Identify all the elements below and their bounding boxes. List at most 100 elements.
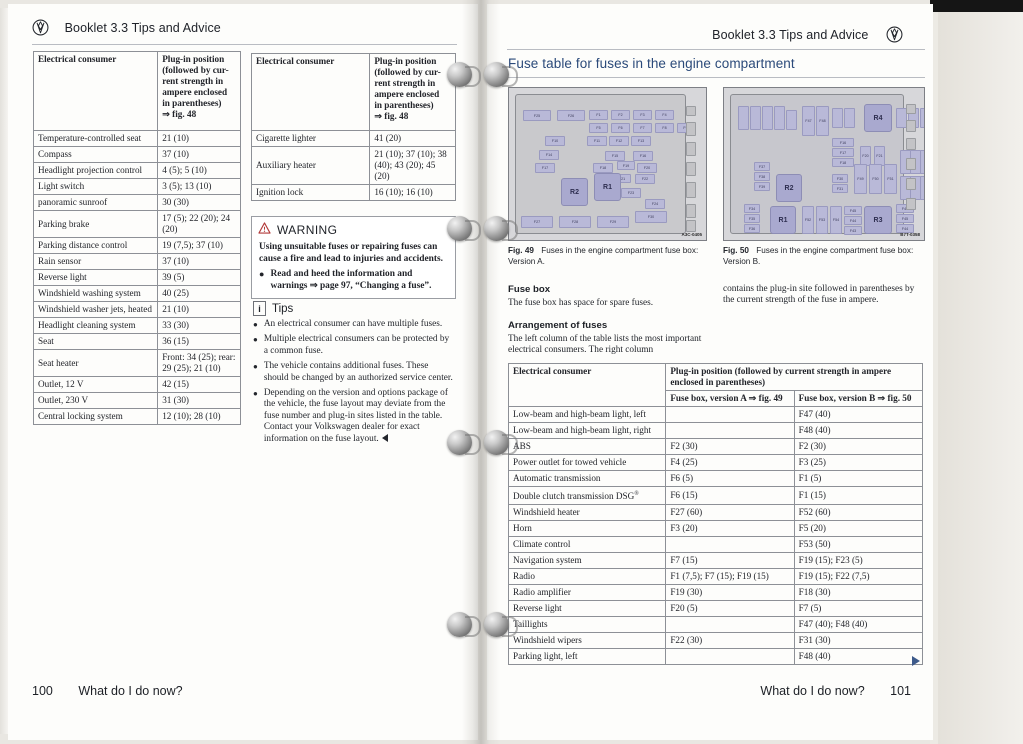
cell-position: 21 (10)	[157, 301, 241, 318]
cell-position: 21 (10)	[157, 130, 241, 147]
right-page: Booklet 3.3 Tips and Advice Fuse table f…	[487, 4, 933, 740]
left-header-title: Booklet 3.3 Tips and Advice	[64, 21, 221, 35]
info-icon: i	[253, 301, 266, 316]
cell-consumer: Power outlet for towed vehicle	[507, 454, 667, 471]
cell-version-b: F7 (5)	[793, 600, 924, 618]
cell-version-a: F4 (25)	[665, 454, 795, 471]
warning-box: WARNING Using unsuitable fuses or repair…	[251, 216, 456, 300]
cell-version-a: F6 (15)	[665, 485, 795, 506]
relay-r1: R1	[770, 206, 796, 234]
cell-position: 3 (5); 13 (10)	[157, 178, 241, 195]
cell-version-a	[665, 648, 795, 666]
cell-consumer: Low-beam and high-beam light, left	[507, 406, 667, 423]
cell-position: 40 (25)	[157, 285, 241, 302]
table-row: Compass 37 (10)	[32, 146, 241, 163]
table-row: Temperature-controlled seat 21 (10)	[32, 130, 241, 147]
table-row: Seat heater Front: 34 (25); rear: 29 (25)…	[32, 349, 241, 377]
left-header-rule	[32, 44, 457, 45]
cell-position: 4 (5); 5 (10)	[157, 162, 241, 179]
binder-ring	[447, 612, 481, 638]
cell-consumer: Light switch	[32, 178, 159, 195]
cell-version-a: F3 (20)	[665, 520, 795, 538]
cell-version-b: F48 (40)	[793, 422, 924, 439]
bullet-dot-icon: ●	[253, 362, 258, 372]
cell-consumer: Taillights	[507, 616, 667, 634]
table-row: Windshield wipers F22 (30) F31 (30)	[507, 632, 924, 650]
cell-position: 12 (10); 28 (10)	[157, 408, 241, 425]
cell-version-a: F27 (60)	[665, 504, 795, 522]
table-row: Headlight projection control 4 (5); 5 (10…	[32, 162, 241, 179]
cell-position: 30 (30)	[157, 194, 241, 211]
cell-version-b: F3 (25)	[793, 454, 924, 471]
left-footer: 100 What do I do now?	[32, 684, 183, 698]
vw-logo-icon	[886, 26, 903, 43]
tips-list: ● An electrical consumer can have multipl…	[253, 319, 455, 445]
cell-version-a: F7 (15)	[665, 552, 795, 570]
cell-consumer: Windshield wipers	[507, 632, 667, 650]
warning-bullet: ● Read and heed the information and warn…	[259, 269, 448, 292]
cell-consumer: Seat	[32, 333, 159, 350]
table-row: Ignition lock 16 (10); 16 (10)	[250, 184, 456, 201]
fuse-table: Electrical consumer Plug-in position (fo…	[507, 363, 924, 666]
scanned-manual-spread: Booklet 3.3 Tips and Advice Electrical c…	[0, 0, 1023, 744]
bullet-dot-icon: ●	[253, 335, 258, 345]
table-row: Parking light, left F48 (40)	[507, 648, 924, 666]
cell-version-a	[665, 422, 795, 439]
table-header-row: Electrical consumer Plug-in position (fo…	[32, 51, 241, 131]
table-row: Taillights F47 (40); F48 (40)	[507, 616, 924, 634]
table-row: Climate control F53 (50)	[507, 536, 924, 554]
cell-version-b: F19 (15); F22 (7,5)	[793, 568, 924, 586]
cell-position: 42 (15)	[157, 376, 241, 393]
warning-title: WARNING	[277, 223, 338, 237]
cell-consumer: Temperature-controlled seat	[32, 130, 159, 147]
relay-r2: R2	[561, 178, 588, 206]
text-arrangement: The left column of the table lists the m…	[508, 334, 702, 356]
left-table-2: Electrical consumer Plug-in position (fo…	[250, 53, 456, 201]
fig-50-caption: Fig. 50 Fuses in the engine compartment …	[723, 246, 923, 267]
cell-consumer: Headlight projection control	[32, 162, 159, 179]
tip-item: ● Multiple electrical consumers can be pr…	[253, 334, 455, 357]
relay-r1: R1	[594, 173, 621, 201]
table-row: Radio amplifier F19 (30) F18 (30)	[507, 584, 924, 602]
cell-consumer: Auxiliary heater	[250, 146, 371, 185]
cell-consumer: panoramic sunroof	[32, 194, 159, 211]
cell-position: 41 (20)	[369, 130, 456, 147]
cell-version-b: F48 (40)	[793, 648, 924, 666]
cell-version-a: F20 (5)	[665, 600, 795, 618]
text-fuse-box: The fuse box has space for spare fuses.	[508, 298, 654, 308]
fig-50-code: B7T-0358	[900, 232, 920, 237]
cell-version-a	[665, 406, 795, 423]
cell-consumer: Headlight cleaning system	[32, 317, 159, 334]
table-row: Low-beam and high-beam light, left F47 (4…	[507, 406, 924, 423]
col-header-consumer: Electrical consumer	[32, 51, 159, 131]
cell-consumer: Seat heater	[32, 349, 159, 377]
cell-version-b: F31 (30)	[793, 632, 924, 650]
relay-r3: R3	[864, 206, 892, 234]
table-row: Parking brake 17 (5); 22 (20); 24 (20)	[32, 210, 241, 238]
left-table-2-body: Cigarette lighter 41 (20) Auxiliary heater…	[250, 130, 456, 201]
binder-ring	[447, 430, 481, 456]
cell-version-b: F1 (15)	[793, 485, 924, 506]
cell-consumer: ABS	[507, 438, 667, 455]
col-header-consumer: Electrical consumer	[250, 53, 371, 131]
cell-position: 37 (10)	[157, 253, 241, 270]
tips-box: i Tips ● An electrical consumer can have …	[253, 301, 455, 449]
cell-position: 39 (5)	[157, 269, 241, 286]
tip-item: ● Depending on the version and options pa…	[253, 388, 455, 445]
col-header-version-a: Fuse box, version A ⇒ fig. 49	[665, 390, 795, 407]
warning-body: Using unsuitable fuses or repairing fuse…	[252, 241, 455, 298]
cell-position: 36 (15)	[157, 333, 241, 350]
table-row: Outlet, 230 V 31 (30)	[32, 392, 241, 409]
cell-version-a: F6 (5)	[665, 470, 795, 487]
cell-version-b: F19 (15); F23 (5)	[793, 552, 924, 570]
cell-version-a: F22 (30)	[665, 632, 795, 650]
cell-consumer: Radio amplifier	[507, 584, 667, 602]
table-row: panoramic sunroof 30 (30)	[32, 194, 241, 211]
cell-version-b: F18 (30)	[793, 584, 924, 602]
section-title: Fuse table for fuses in the engine compa…	[508, 56, 795, 71]
tip-text: Multiple electrical consumers can be pro…	[263, 334, 450, 356]
right-footer-chapter: What do I do now?	[760, 684, 865, 698]
warning-header: WARNING	[252, 217, 455, 241]
left-table-1-wrap: Electrical consumer Plug-in position (fo…	[32, 51, 241, 425]
cell-consumer: Central locking system	[32, 408, 159, 425]
